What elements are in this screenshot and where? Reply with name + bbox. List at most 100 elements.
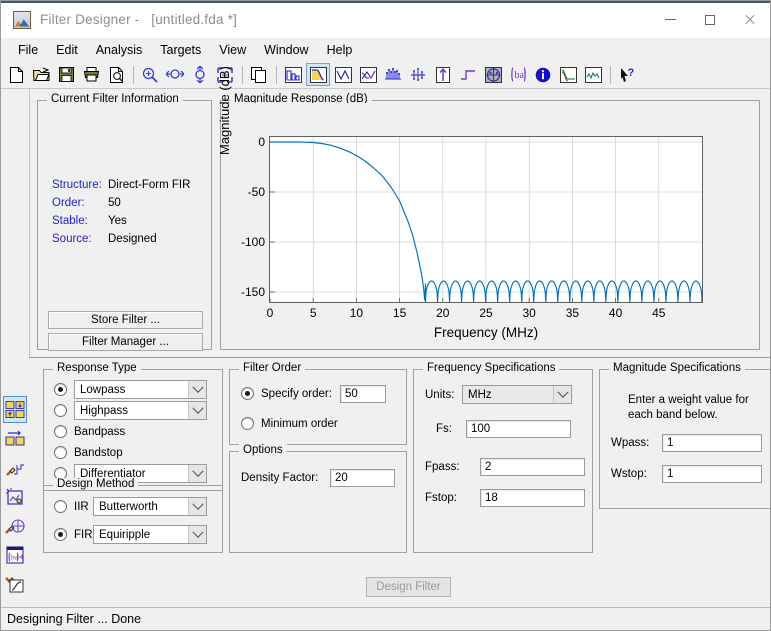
round-off-noise-icon[interactable] bbox=[581, 63, 605, 86]
highpass-combo[interactable]: Highpass bbox=[74, 401, 207, 420]
fstop-label: Fstop: bbox=[425, 492, 457, 504]
context-help-icon[interactable]: ? bbox=[615, 63, 639, 86]
filter-information-icon[interactable] bbox=[531, 63, 555, 86]
y-axis-label: Magnitude (dB) bbox=[217, 66, 232, 155]
units-label: Units: bbox=[425, 389, 454, 401]
design-filter-sidebar-icon[interactable] bbox=[3, 396, 27, 423]
menu-window[interactable]: Window bbox=[255, 40, 317, 60]
transform-filter-sidebar-icon[interactable] bbox=[3, 483, 27, 510]
menu-file[interactable]: File bbox=[9, 40, 47, 60]
maximize-button[interactable] bbox=[690, 1, 730, 38]
radio-specify-order[interactable] bbox=[241, 387, 254, 400]
iir-method-combo[interactable]: Butterworth bbox=[93, 497, 207, 516]
density-factor-input[interactable]: 20 bbox=[330, 469, 395, 487]
response-type-title: Response Type bbox=[53, 362, 141, 374]
window-title: Filter Designer - [untitled.fda *] bbox=[40, 12, 237, 27]
specify-order-input[interactable]: 50 bbox=[340, 385, 386, 403]
frequency-specifications-panel: Frequency Specifications Units: MHz Fs: … bbox=[413, 369, 593, 553]
phase-delay-icon[interactable] bbox=[406, 63, 430, 86]
filter-coefficients-icon[interactable]: ba bbox=[506, 63, 530, 86]
close-button[interactable] bbox=[730, 1, 770, 38]
impulse-response-icon[interactable] bbox=[431, 63, 455, 86]
zoom-y-icon[interactable] bbox=[188, 63, 212, 86]
svg-text:ba: ba bbox=[11, 552, 19, 561]
pole-zero-editor-sidebar-icon[interactable] bbox=[3, 512, 27, 539]
new-file-icon[interactable] bbox=[4, 63, 28, 86]
design-method-title: Design Method bbox=[53, 478, 138, 490]
response-type-option-bandstop[interactable]: Bandstop bbox=[54, 446, 123, 459]
menu-analysis[interactable]: Analysis bbox=[87, 40, 152, 60]
units-combo[interactable]: MHz bbox=[462, 385, 572, 404]
maximize-icon bbox=[705, 15, 715, 25]
lowpass-combo[interactable]: Lowpass bbox=[74, 380, 207, 399]
phase-response-icon[interactable] bbox=[331, 63, 355, 86]
fs-input[interactable]: 100 bbox=[466, 420, 571, 438]
filter-spec-icon[interactable] bbox=[281, 63, 305, 86]
fpass-input[interactable]: 2 bbox=[480, 458, 585, 476]
matlab-icon bbox=[13, 11, 31, 29]
copy-icon[interactable] bbox=[247, 63, 271, 86]
print-icon[interactable] bbox=[79, 63, 103, 86]
response-type-option-lowpass[interactable] bbox=[54, 383, 67, 396]
filter-order-option-minimum[interactable]: Minimum order bbox=[241, 417, 338, 430]
menu-edit[interactable]: Edit bbox=[47, 40, 87, 60]
wstop-label: Wstop: bbox=[611, 468, 647, 480]
radio-minimum-order[interactable] bbox=[241, 417, 254, 430]
step-response-icon[interactable] bbox=[456, 63, 480, 86]
filter-order-option-specify[interactable]: Specify order: bbox=[241, 387, 332, 400]
radio-lowpass[interactable] bbox=[54, 383, 67, 396]
design-method-option-iir[interactable]: IIR bbox=[54, 500, 89, 513]
design-method-panel: Design Method IIR Butterworth FIR Equiri… bbox=[43, 485, 223, 553]
menu-help[interactable]: Help bbox=[318, 40, 362, 60]
magnitude-estimate-icon[interactable] bbox=[556, 63, 580, 86]
group-delay-icon[interactable] bbox=[381, 63, 405, 86]
menu-bar: File Edit Analysis Targets View Window H… bbox=[1, 38, 770, 61]
zoom-x-icon[interactable] bbox=[163, 63, 187, 86]
weight-hint-line1: Enter a weight value for bbox=[628, 393, 749, 408]
print-preview-icon[interactable] bbox=[104, 63, 128, 86]
pole-zero-icon[interactable] bbox=[481, 63, 505, 86]
bandstop-label: Bandstop bbox=[74, 447, 123, 459]
iir-label: IIR bbox=[74, 501, 89, 513]
lowpass-combo-value: Lowpass bbox=[75, 384, 125, 396]
response-type-option-bandpass[interactable]: Bandpass bbox=[54, 425, 125, 438]
x-axis-tick: 40 bbox=[609, 306, 622, 320]
zoom-in-icon[interactable] bbox=[138, 63, 162, 86]
fir-method-combo[interactable]: Equiripple bbox=[93, 525, 207, 544]
filter-manager-button[interactable]: Filter Manager ... bbox=[48, 333, 203, 351]
design-method-option-fir[interactable]: FIR bbox=[54, 528, 93, 541]
set-quantization-sidebar-icon[interactable]: ba bbox=[3, 541, 27, 568]
filter-order-title: Filter Order bbox=[239, 362, 305, 374]
open-file-icon[interactable] bbox=[29, 63, 53, 86]
wpass-input[interactable]: 1 bbox=[662, 434, 762, 452]
plot-area: Magnitude (dB) Frequency (MHz) 0-50-100-… bbox=[223, 103, 757, 347]
response-type-option-highpass[interactable] bbox=[54, 404, 67, 417]
stable-value: Yes bbox=[108, 214, 127, 228]
radio-bandstop[interactable] bbox=[54, 446, 67, 459]
store-filter-button[interactable]: Store Filter ... bbox=[48, 311, 203, 329]
quantize-filter-sidebar-icon[interactable] bbox=[3, 454, 27, 481]
magnitude-response-icon[interactable] bbox=[306, 63, 330, 86]
magnitude-phase-icon[interactable] bbox=[356, 63, 380, 86]
x-axis-tick: 35 bbox=[566, 306, 579, 320]
radio-bandpass[interactable] bbox=[54, 425, 67, 438]
svg-text:ba: ba bbox=[514, 70, 524, 81]
import-filter-sidebar-icon[interactable] bbox=[3, 425, 27, 452]
options-panel: Options Density Factor: 20 bbox=[229, 451, 407, 553]
realize-model-sidebar-icon[interactable] bbox=[3, 570, 27, 597]
minimize-icon bbox=[665, 19, 676, 20]
source-label: Source: bbox=[52, 232, 108, 246]
x-axis-tick: 15 bbox=[393, 306, 406, 320]
design-panel: Response Type Lowpass Highpass bbox=[29, 357, 770, 608]
menu-view[interactable]: View bbox=[210, 40, 255, 60]
minimize-button[interactable] bbox=[650, 1, 690, 38]
design-filter-button[interactable]: Design Filter bbox=[366, 577, 451, 597]
menu-targets[interactable]: Targets bbox=[151, 40, 210, 60]
chart-axes[interactable]: 0-50-100-150051015202530354045 bbox=[269, 136, 703, 303]
radio-iir[interactable] bbox=[54, 500, 67, 513]
wstop-input[interactable]: 1 bbox=[662, 465, 762, 483]
fstop-input[interactable]: 18 bbox=[480, 489, 585, 507]
radio-fir[interactable] bbox=[54, 528, 67, 541]
save-icon[interactable] bbox=[54, 63, 78, 86]
radio-highpass[interactable] bbox=[54, 404, 67, 417]
